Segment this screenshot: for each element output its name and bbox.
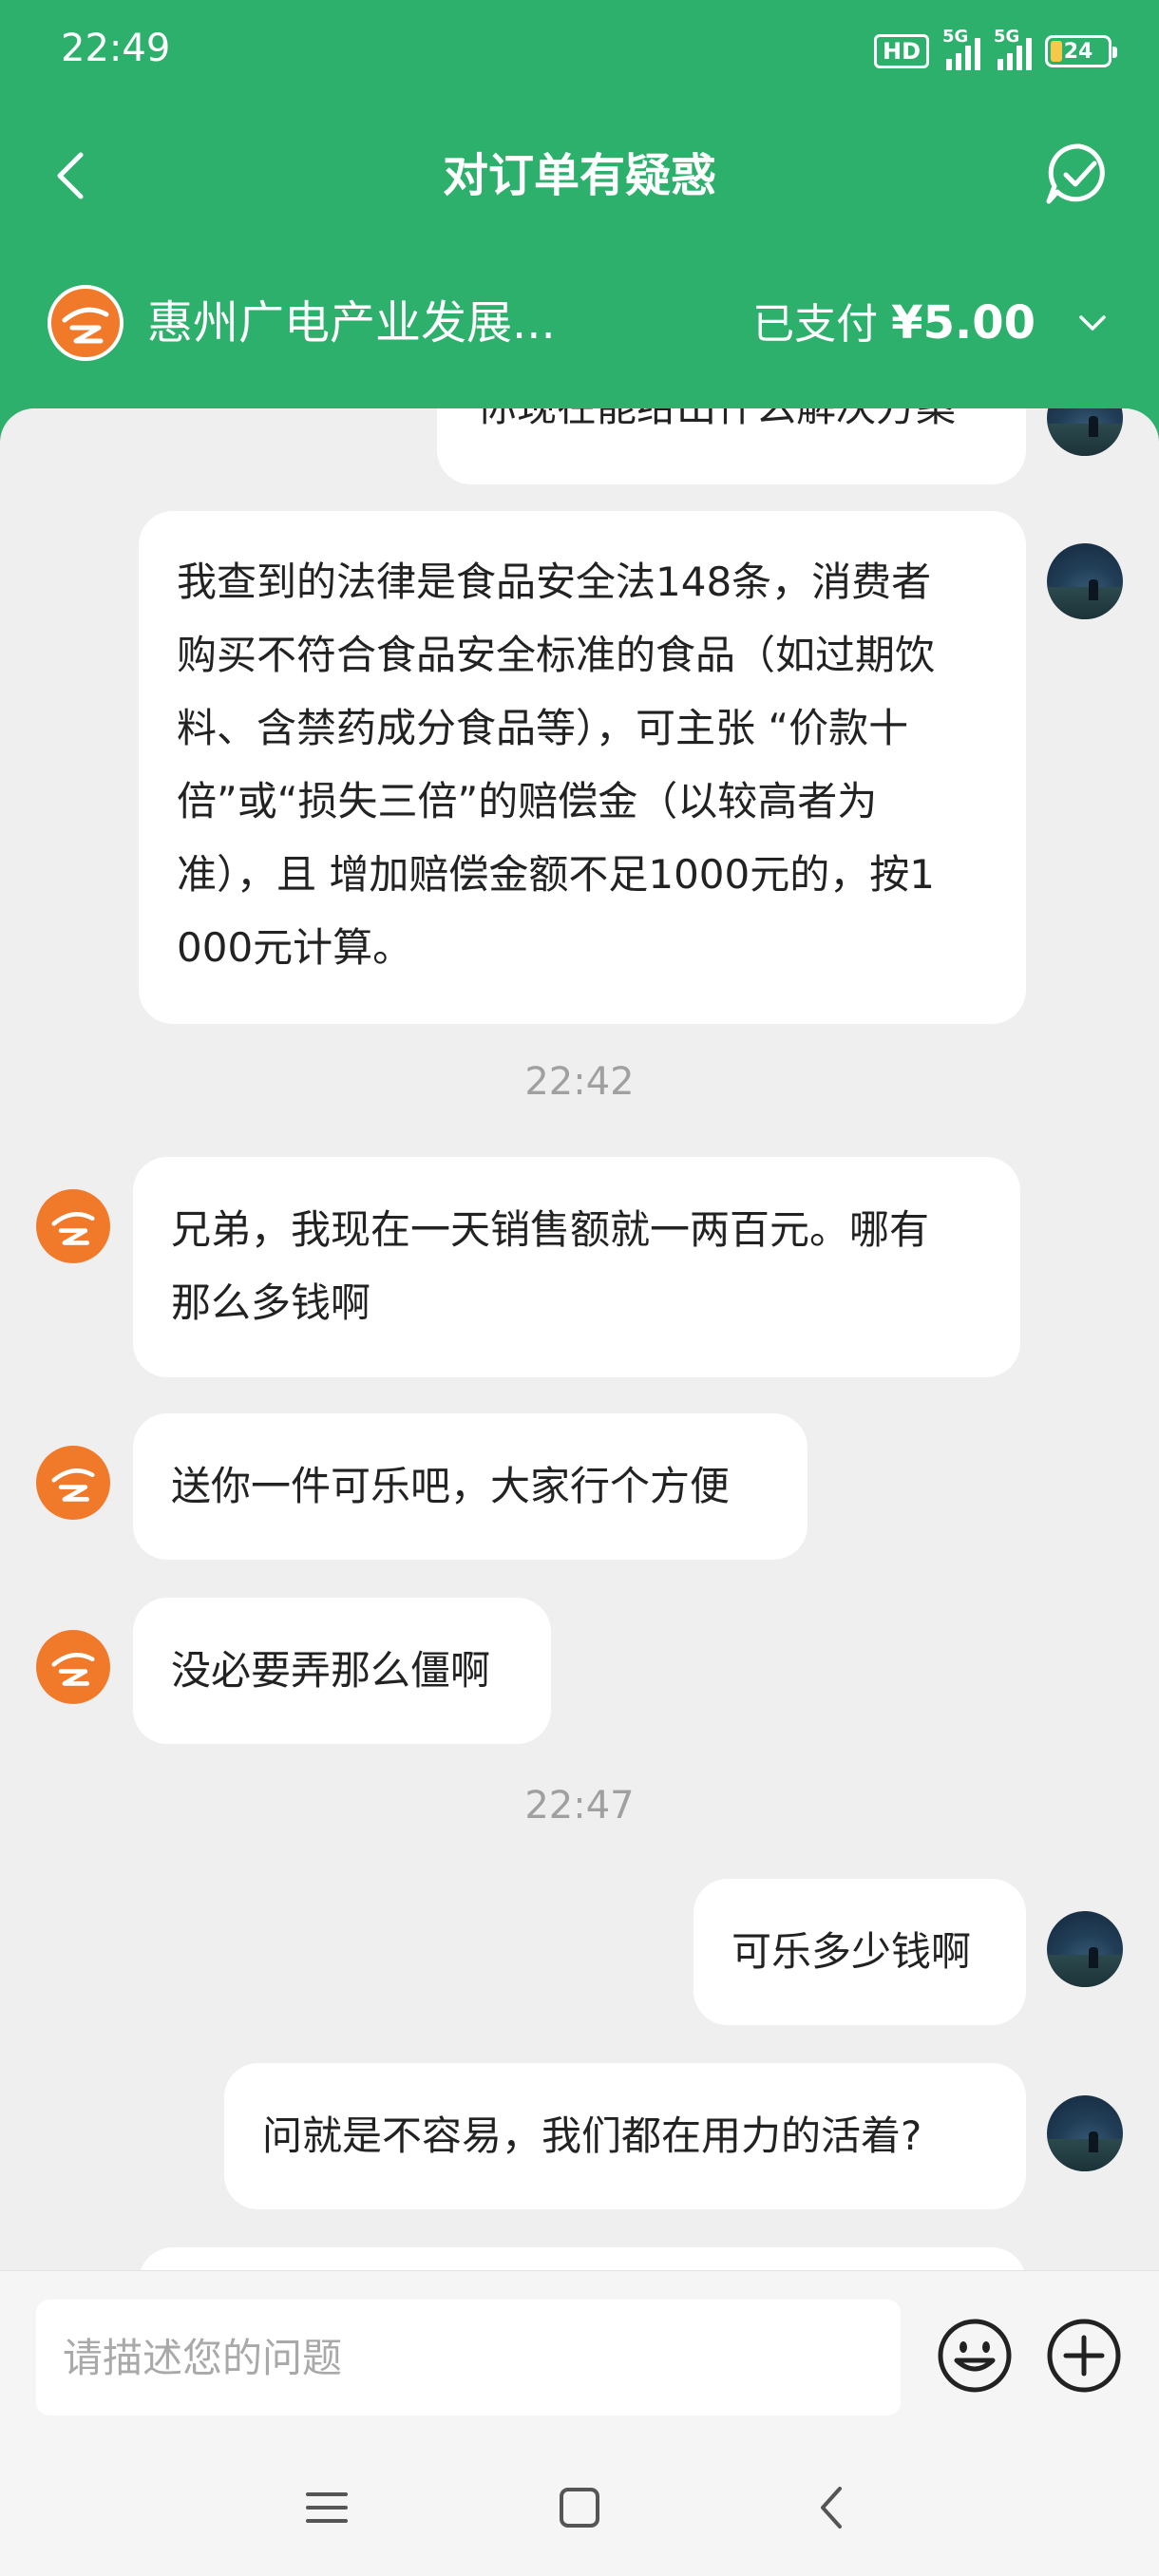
- store-avatar[interactable]: [36, 1630, 110, 1704]
- signal-icon: 5G: [942, 27, 980, 70]
- store-logo-icon: [62, 307, 109, 344]
- message-text: 可乐多少钱啊: [732, 1928, 972, 1975]
- user-avatar[interactable]: [1047, 408, 1123, 456]
- user-avatar[interactable]: [1047, 1911, 1123, 1987]
- store-logo-icon: [51, 1653, 95, 1686]
- square-icon[interactable]: [551, 2479, 608, 2536]
- message-text: 问就是不容易，我们都在用力的活着?: [262, 2112, 922, 2159]
- message-text: 没必要弄那么僵啊: [171, 1647, 491, 1694]
- sim2-label: 5G: [994, 27, 1020, 47]
- message-bubble-store: 兄弟，我现在一天销售额就一两百元。哪有 那么多钱啊: [133, 1157, 1020, 1377]
- back-triangle-icon[interactable]: [804, 2479, 861, 2536]
- paid-amount: ¥5.00: [891, 296, 1036, 350]
- status-time: 22:49: [61, 27, 171, 70]
- input-bar: [0, 2270, 1159, 2432]
- message-bubble-user: 你现在能给出什么解决方案: [437, 408, 1026, 484]
- chevron-down-icon[interactable]: [1074, 304, 1112, 342]
- message-text: 送你一件可乐吧，大家行个方便: [171, 1463, 731, 1509]
- signal-icon: 5G: [994, 27, 1032, 70]
- battery-level: 24: [1063, 39, 1093, 64]
- resolved-button[interactable]: [1041, 137, 1117, 213]
- message-bubble-user: 问就是不容易，我们都在用力的活着?: [224, 2063, 1026, 2209]
- message-bubble-store: 没必要弄那么僵啊: [133, 1598, 551, 1744]
- timestamp: 22:47: [524, 1784, 635, 1828]
- chat-check-icon: [1046, 143, 1105, 204]
- plus-circle-icon: [1047, 2319, 1121, 2393]
- message-bubble-user: 我查到的法律是食品安全法148条，消费者 购买不符合食品安全标准的食品（如过期饮…: [139, 511, 1026, 1024]
- store-name: 惠州广电产业发展...: [147, 296, 556, 350]
- store-avatar[interactable]: [36, 1189, 110, 1263]
- battery-icon: 24: [1045, 35, 1117, 67]
- user-avatar[interactable]: [1047, 2095, 1123, 2171]
- page-title: 对订单有疑惑: [442, 149, 716, 202]
- paid-label: 已支付: [752, 300, 879, 349]
- status-bar: 22:49 HD 5G 5G 24: [0, 0, 1159, 104]
- emoji-button[interactable]: [936, 2317, 1014, 2395]
- status-indicators: HD 5G 5G 24: [873, 27, 1117, 70]
- user-avatar[interactable]: [1047, 543, 1123, 619]
- question-input[interactable]: [36, 2300, 901, 2415]
- store-bar[interactable]: 惠州广电产业发展... 已支付 ¥5.00: [0, 275, 1159, 370]
- store-logo-icon: [51, 1468, 95, 1502]
- message-text: 我查到的法律是食品安全法148条，消费者 购买不符合食品安全标准的食品（如过期饮…: [177, 559, 936, 971]
- store-logo-icon: [51, 1212, 95, 1245]
- store-logo: [48, 285, 124, 361]
- payment-status: 已支付 ¥5.00: [752, 293, 1036, 355]
- menu-icon[interactable]: [298, 2479, 355, 2536]
- message-bubble-partial: [139, 2247, 1026, 2270]
- chat-area[interactable]: 你现在能给出什么解决方案 我查到的法律是食品安全法148条，消费者 购买不符合食…: [0, 408, 1159, 2270]
- message-bubble-store: 送你一件可乐吧，大家行个方便: [133, 1413, 808, 1560]
- title-bar: 对订单有疑惑: [0, 123, 1159, 228]
- message-text: 你现在能给出什么解决方案: [477, 408, 956, 430]
- message-text: 兄弟，我现在一天销售额就一两百元。哪有 那么多钱啊: [171, 1206, 930, 1326]
- smiley-icon: [938, 2319, 1012, 2393]
- timestamp: 22:42: [524, 1060, 635, 1104]
- sim1-label: 5G: [942, 27, 969, 47]
- store-avatar[interactable]: [36, 1446, 110, 1520]
- system-nav-bar: [0, 2432, 1159, 2576]
- chat-screen: 22:49 HD 5G 5G 24 对订单有疑惑 惠州广电产业发展... 已支付…: [0, 0, 1159, 2576]
- hd-badge: HD: [873, 34, 929, 68]
- plus-button[interactable]: [1045, 2317, 1123, 2395]
- message-bubble-user: 可乐多少钱啊: [694, 1879, 1026, 2025]
